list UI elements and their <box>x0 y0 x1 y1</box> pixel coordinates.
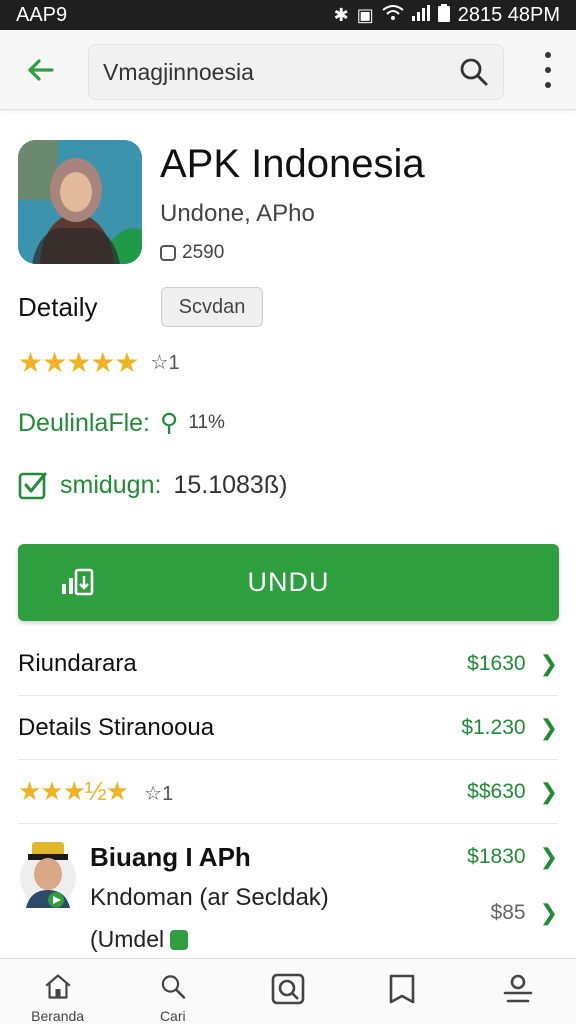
list-item[interactable]: Riundarara $1630 ❯ <box>18 632 558 696</box>
list-item-value: $1630 <box>467 651 526 675</box>
back-arrow-icon <box>28 59 54 81</box>
book-icon <box>389 974 415 1004</box>
app-size-value: 2590 <box>182 242 225 263</box>
status-bar: AAP9 ✱ ▣ 2815 48PM <box>0 0 576 30</box>
rating-stars: ★★★★★ <box>18 347 140 378</box>
list-item[interactable]: Details Stiranooua $1.230 ❯ <box>18 696 558 760</box>
verified-row: smidugn: 15.1083ß) <box>18 470 287 500</box>
people-icon <box>504 974 533 1003</box>
list-item[interactable]: ★★★½★ ☆1 $$630 ❯ <box>18 760 558 824</box>
search-input[interactable]: Vmagjinnoesia <box>88 44 504 100</box>
bottom-navigation: Beranda Cari <box>0 958 576 1024</box>
downloads-row: DeulinlaFle: ⚲ 11% <box>18 408 225 438</box>
back-button[interactable] <box>20 50 60 90</box>
list-item-stars: ★★★½★ ☆1 <box>18 776 173 807</box>
app-icon <box>18 140 142 264</box>
downloads-value: 11% <box>188 412 225 433</box>
badge-icon <box>170 929 189 950</box>
category-chip[interactable]: Scvdan <box>161 287 263 327</box>
list-item-value: $$630 <box>467 779 526 803</box>
home-icon <box>45 974 71 999</box>
rating-count: ☆1 <box>150 352 180 374</box>
vibrate-icon: ▣ <box>356 4 374 25</box>
nav-home-label: Beranda <box>31 1008 85 1024</box>
signal-icon <box>411 4 430 26</box>
app-title: APK Indonesia <box>160 142 425 186</box>
leaf-icon: ⚲ <box>160 409 179 437</box>
wifi-icon <box>382 4 404 26</box>
top-app-bar: Vmagjinnoesia <box>0 30 576 110</box>
nav-search[interactable]: Cari <box>133 973 213 1024</box>
review-card[interactable]: Biuang I APh Kndoman (ar Secldak) (Umdel… <box>18 832 558 960</box>
status-left-text: AAP9 <box>16 3 68 26</box>
battery-icon <box>437 3 450 27</box>
nav-search-label: Cari <box>159 1008 186 1024</box>
thumb-icon: ☆ <box>150 352 169 374</box>
verified-value: 15.1083ß) <box>173 470 288 499</box>
review-price[interactable]: $1830 ❯ <box>467 844 558 870</box>
rating-count: ☆1 <box>144 783 174 805</box>
search-icon[interactable] <box>459 57 489 87</box>
more-options-icon[interactable] <box>538 52 558 88</box>
chevron-right-icon: ❯ <box>539 900 558 925</box>
status-time: 2815 48PM <box>457 3 560 26</box>
nav-home[interactable]: Beranda <box>18 973 98 1024</box>
details-list: Riundarara $1630 ❯ Details Stiranooua $1.… <box>0 632 576 824</box>
rating-row: ★★★★★ ☆1 <box>18 346 180 379</box>
app-developer[interactable]: Undone, APho <box>160 200 315 228</box>
review-subtitle: Kndoman (ar Secldak) <box>90 884 329 911</box>
review-secondary-price[interactable]: $85 ❯ <box>491 900 558 926</box>
search-input-value: Vmagjinnoesia <box>103 58 254 85</box>
install-button-label: UNDU <box>247 567 330 597</box>
chevron-right-icon: ❯ <box>539 778 558 804</box>
status-icons: ✱ ▣ 2815 48PM <box>333 3 560 27</box>
chevron-right-icon: ❯ <box>539 650 558 676</box>
chevron-right-icon: ❯ <box>539 714 558 740</box>
nav-people[interactable] <box>478 973 558 1024</box>
review-note: (Umdel <box>90 926 189 953</box>
list-item-value: $1.230 <box>461 715 526 739</box>
verified-label: smidugn: <box>60 470 162 499</box>
review-author: Biuang I APh <box>90 842 251 872</box>
downloads-label: DeulinlaFle: <box>18 408 151 437</box>
rating-stars: ★★★½★ <box>18 776 129 806</box>
chevron-right-icon: ❯ <box>539 844 558 869</box>
list-item-label: Riundarara <box>18 649 137 677</box>
list-item-label: Details Stiranooua <box>18 713 215 741</box>
avatar <box>20 842 76 908</box>
details-label: Detaily <box>18 292 98 322</box>
install-button[interactable]: UNDU <box>18 544 559 621</box>
size-icon <box>160 245 176 261</box>
app-size: 2590 <box>160 242 224 264</box>
nav-image-search[interactable] <box>248 973 328 1024</box>
image-search-icon <box>271 973 305 1005</box>
nav-library[interactable] <box>363 973 443 1024</box>
bluetooth-icon: ✱ <box>333 4 349 25</box>
checkbox-icon <box>18 472 47 500</box>
download-icon <box>62 568 94 596</box>
search-icon <box>161 975 186 999</box>
